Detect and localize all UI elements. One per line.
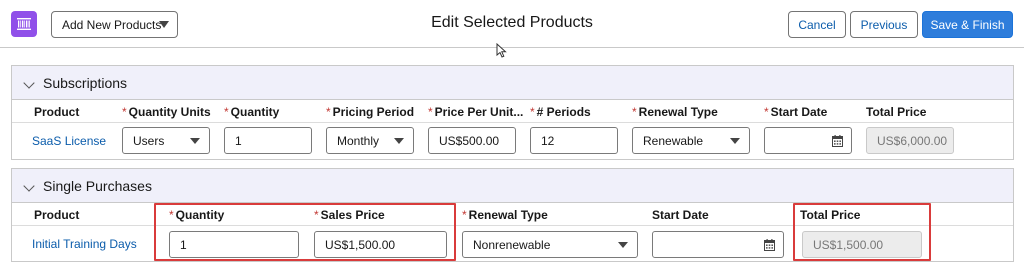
product-link-saas-license[interactable]: SaaS License [32,134,106,148]
col-price-per-unit: * Price Per Unit... [428,105,524,119]
pricing-period-value: Monthly [337,133,380,148]
chevron-down-icon [618,242,628,248]
col-start-date: * Start Date [764,105,828,119]
subscriptions-header[interactable]: Subscriptions [12,66,1013,100]
subscriptions-section: Subscriptions Product * Quantity Units * Q… [11,65,1014,160]
renewal-type-value: Nonrenewable [473,237,551,252]
col-pricing-period: * Pricing Period [326,105,415,119]
periods-input[interactable]: 12 [530,127,618,154]
highlight-box-quantity-sales-price [154,203,456,261]
chevron-down-icon[interactable] [23,180,35,192]
chevron-down-icon[interactable] [23,77,35,89]
price-per-unit-input[interactable]: US$500.00 [428,127,516,154]
col-quantity-units: * Quantity Units [122,105,211,119]
col-total-price: Total Price [866,105,927,119]
renewal-type-value: Renewable [643,133,704,148]
subscriptions-title: Subscriptions [43,75,128,91]
calendar-icon[interactable] [832,135,843,147]
pricing-period-select[interactable]: Monthly [326,127,414,154]
previous-button[interactable]: Previous [850,11,918,38]
cursor-icon [496,43,507,58]
product-link-initial-training-days[interactable]: Initial Training Days [32,237,137,251]
cancel-button[interactable]: Cancel [788,11,846,38]
chevron-down-icon [190,138,200,144]
single-purchases-header[interactable]: Single Purchases [12,169,1013,203]
start-date-input[interactable] [652,231,784,258]
calendar-icon[interactable] [764,239,775,251]
col-quantity: * Quantity [224,105,280,119]
col-product: Product [34,105,80,119]
start-date-input[interactable] [764,127,852,154]
save-finish-button[interactable]: Save & Finish [922,11,1013,38]
total-price-field: US$6,000.00 [866,127,954,154]
quantity-units-select[interactable]: Users [122,127,210,154]
highlight-box-total-price [793,203,931,261]
col-periods: * # Periods [530,105,591,119]
chevron-down-icon [394,138,404,144]
col-product: Product [34,208,80,222]
renewal-type-select[interactable]: Nonrenewable [462,231,638,258]
table-row: SaaS License Users 1 Monthly US$500.00 1… [12,123,1013,159]
single-purchases-title: Single Purchases [43,178,152,194]
quantity-input[interactable]: 1 [224,127,312,154]
col-renewal-type: * Renewal Type [632,105,718,119]
chevron-down-icon [730,138,740,144]
subscriptions-column-headers: Product * Quantity Units * Quantity * Prici… [12,100,1013,123]
col-renewal-type: * Renewal Type [462,208,548,222]
renewal-type-select[interactable]: Renewable [632,127,750,154]
quantity-units-value: Users [133,133,165,148]
page-header: Add New Products Edit Selected Products … [0,0,1024,48]
col-start-date: Start Date [652,208,709,222]
